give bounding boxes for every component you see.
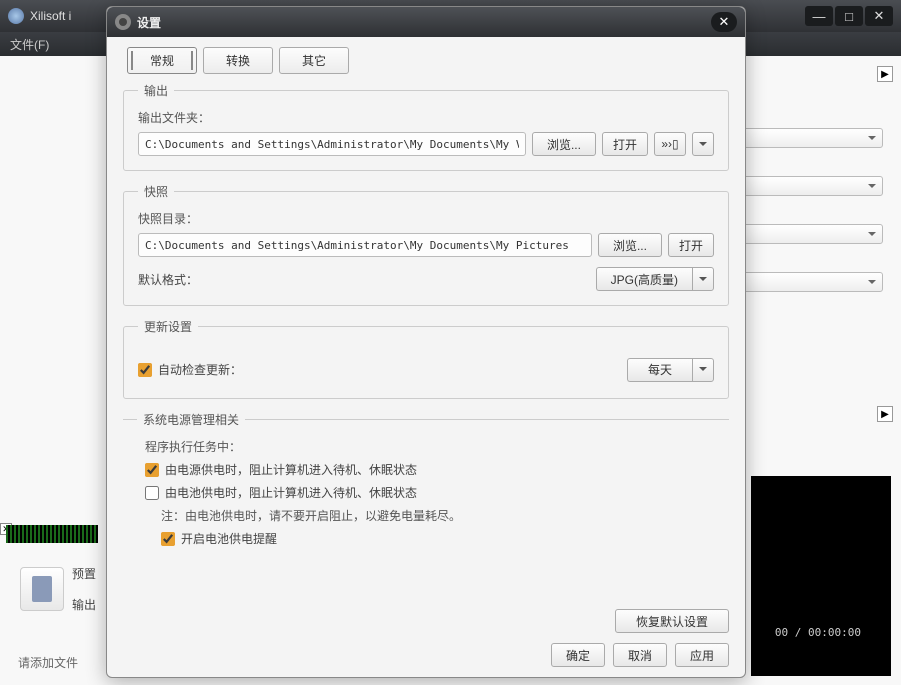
restore-defaults-button[interactable]: 恢复默认设置: [615, 609, 729, 633]
power-group: 系统电源管理相关 程序执行任务中： 由电源供电时，阻止计算机进入待机、休眠状态 …: [123, 411, 729, 601]
snapshot-format-dropdown[interactable]: [692, 267, 714, 291]
output-device-button[interactable]: »›▯: [654, 132, 686, 156]
dialog-titlebar[interactable]: 设置 ✕: [107, 7, 745, 37]
setting-combo-4[interactable]: [743, 272, 883, 292]
ac-prevent-checkbox[interactable]: [145, 463, 159, 477]
snapshot-format-combo[interactable]: JPG(高质量): [596, 267, 714, 291]
dialog-title: 设置: [137, 14, 161, 31]
cancel-button[interactable]: 取消: [613, 643, 667, 667]
device-icon[interactable]: [20, 567, 64, 611]
update-legend: 更新设置: [138, 318, 198, 335]
dialog-tabs: 常规 转换 其它: [107, 37, 745, 74]
waveform-display: [6, 525, 98, 543]
output-folder-label: 输出文件夹：: [138, 109, 714, 126]
snapshot-browse-button[interactable]: 浏览...: [598, 233, 662, 257]
chevron-down-icon: [699, 277, 707, 285]
maximize-button[interactable]: □: [835, 6, 863, 26]
setting-combo-1[interactable]: [743, 128, 883, 148]
setting-combo-3[interactable]: [743, 224, 883, 244]
ok-button[interactable]: 确定: [551, 643, 605, 667]
app-icon: [8, 8, 24, 24]
update-freq-dropdown[interactable]: [692, 358, 714, 382]
power-running-label: 程序执行任务中：: [145, 438, 725, 455]
add-file-hint: 请添加文件: [18, 654, 78, 671]
auto-check-update-checkbox[interactable]: [138, 363, 152, 377]
snapshot-format-value[interactable]: JPG(高质量): [596, 267, 692, 291]
minimize-button[interactable]: —: [805, 6, 833, 26]
update-freq-value[interactable]: 每天: [627, 358, 692, 382]
battery-prevent-label: 由电池供电时，阻止计算机进入待机、休眠状态: [165, 484, 417, 501]
tab-general[interactable]: 常规: [127, 47, 197, 74]
dialog-close-button[interactable]: ✕: [711, 12, 737, 32]
dialog-body: 输出 输出文件夹： 浏览... 打开 »›▯ 快照 快照目录： 浏览... 打开…: [107, 74, 745, 601]
battery-prevent-checkbox[interactable]: [145, 486, 159, 500]
preset-label: 预置: [72, 565, 96, 582]
snapshot-format-label: 默认格式：: [138, 271, 198, 288]
output-device-dropdown[interactable]: [692, 132, 714, 156]
gear-icon: [115, 14, 131, 30]
snapshot-open-button[interactable]: 打开: [668, 233, 714, 257]
main-title: Xilisoft i: [30, 9, 71, 23]
setting-combo-2[interactable]: [743, 176, 883, 196]
output-open-button[interactable]: 打开: [602, 132, 648, 156]
expand-arrow-button[interactable]: ▶: [877, 66, 893, 82]
battery-warn-checkbox[interactable]: [161, 532, 175, 546]
apply-button[interactable]: 应用: [675, 643, 729, 667]
power-note: 注：由电池供电时，请不要开启阻止，以避免电量耗尽。: [161, 507, 725, 524]
close-button[interactable]: ✕: [865, 6, 893, 26]
output-folder-input[interactable]: [138, 132, 526, 156]
snapshot-dir-label: 快照目录：: [138, 210, 714, 227]
ac-prevent-label: 由电源供电时，阻止计算机进入待机、休眠状态: [165, 461, 417, 478]
snapshot-dir-input[interactable]: [138, 233, 592, 257]
battery-warn-label: 开启电池供电提醒: [181, 530, 277, 547]
chevron-down-icon: [699, 367, 707, 375]
expand-arrow-button-2[interactable]: ▶: [877, 406, 893, 422]
snapshot-legend: 快照: [138, 183, 174, 200]
output-label: 输出: [72, 596, 96, 613]
output-legend: 输出: [138, 82, 174, 99]
menu-file[interactable]: 文件(F): [10, 36, 49, 53]
tab-convert[interactable]: 转换: [203, 47, 273, 74]
power-legend: 系统电源管理相关: [137, 411, 245, 428]
dialog-footer: 确定 取消 应用: [107, 633, 745, 677]
snapshot-group: 快照 快照目录： 浏览... 打开 默认格式： JPG(高质量): [123, 183, 729, 306]
output-browse-button[interactable]: 浏览...: [532, 132, 596, 156]
settings-dialog: 设置 ✕ 常规 转换 其它 输出 输出文件夹： 浏览... 打开 »›▯ 快照 …: [106, 6, 746, 678]
update-freq-combo[interactable]: 每天: [627, 358, 714, 382]
output-group: 输出 输出文件夹： 浏览... 打开 »›▯: [123, 82, 729, 171]
auto-check-update-label: 自动检查更新：: [158, 361, 242, 378]
tab-other[interactable]: 其它: [279, 47, 349, 74]
chevron-down-icon: [699, 142, 707, 150]
update-group: 更新设置 自动检查更新： 每天: [123, 318, 729, 399]
